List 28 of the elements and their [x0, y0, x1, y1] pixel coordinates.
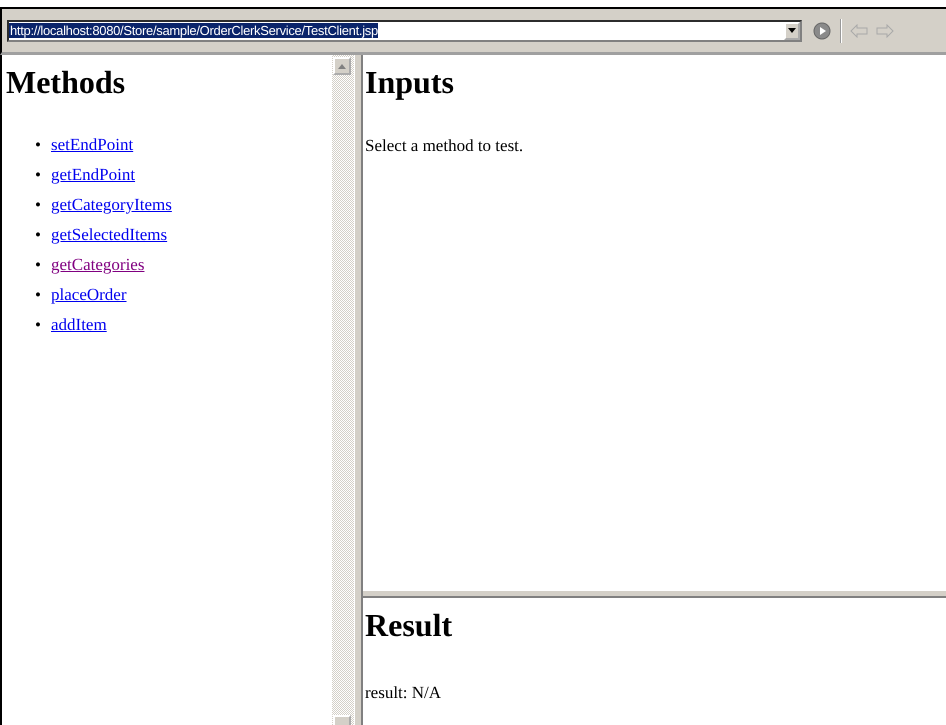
bullet: •: [35, 254, 42, 276]
bullet: •: [35, 284, 42, 306]
method-link[interactable]: getSelectedItems: [51, 225, 168, 244]
method-link[interactable]: getEndPoint: [51, 165, 136, 184]
dropdown-arrow-icon: [788, 28, 796, 33]
address-field[interactable]: http://localhost:8080/Store/sample/OrderClerkService/TestClient.jsp: [7, 20, 802, 42]
up-arrow-icon: [338, 64, 346, 68]
url-text: http://localhost:8080/Store/sample/OrderClerkService/TestClient.jsp: [9, 23, 378, 38]
scroll-up-button[interactable]: [333, 57, 351, 75]
bullet: •: [35, 194, 42, 216]
bullet: •: [35, 134, 42, 156]
method-link[interactable]: getCategoryItems: [51, 195, 172, 214]
go-icon[interactable]: [812, 20, 832, 40]
scrollbar[interactable]: [332, 55, 354, 725]
dropdown-button[interactable]: [784, 22, 800, 40]
method-link[interactable]: addItem: [51, 315, 107, 334]
bullet: •: [35, 224, 42, 246]
bullet: •: [35, 314, 42, 336]
inputs-message: Select a method to test.: [365, 136, 524, 156]
result-message: result: N/A: [365, 683, 442, 704]
method-link[interactable]: getCategories: [51, 255, 144, 274]
bullet: •: [35, 164, 42, 186]
method-link[interactable]: placeOrder: [51, 285, 127, 304]
frame-splitter[interactable]: [354, 55, 363, 725]
method-link[interactable]: setEndPoint: [51, 135, 134, 154]
methods-heading: Methods: [6, 65, 126, 100]
result-heading: Result: [365, 608, 454, 644]
inputs-heading: Inputs: [365, 65, 455, 100]
